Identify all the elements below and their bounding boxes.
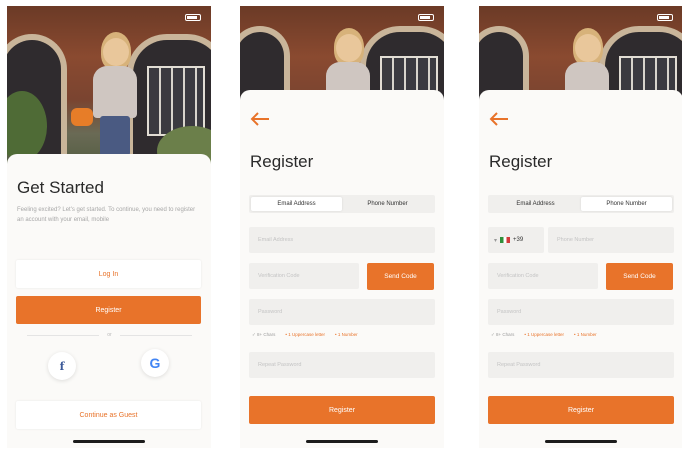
page-title: Register — [489, 152, 553, 171]
home-indicator — [306, 440, 378, 443]
or-divider: or — [27, 330, 193, 340]
person-legs — [100, 116, 130, 156]
italy-flag-icon — [500, 237, 511, 243]
phone-number-field[interactable]: Phone Number — [548, 227, 674, 253]
send-code-button[interactable]: Send Code — [367, 263, 434, 290]
chevron-down-icon: ▾ — [494, 237, 498, 244]
country-code: +39 — [513, 237, 524, 243]
hint-uppercase: • 1 Uppercase letter — [285, 332, 326, 337]
page-title: Get Started — [17, 178, 104, 197]
send-code-button[interactable]: Send Code — [606, 263, 673, 290]
repeat-password-field[interactable]: Repeat Password — [488, 352, 674, 378]
hero-photo — [7, 6, 211, 176]
home-indicator — [73, 440, 145, 443]
tab-phone-number[interactable]: Phone Number — [581, 197, 672, 211]
password-hints: ✓ 8+ Chars • 1 Uppercase letter • 1 Numb… — [252, 332, 358, 338]
email-field[interactable]: Email Address — [249, 227, 435, 253]
back-arrow-icon[interactable] — [250, 112, 270, 126]
home-indicator — [545, 440, 617, 443]
password-hints: ✓ 8+ Chars • 1 Uppercase letter • 1 Numb… — [491, 332, 597, 338]
person-head — [103, 38, 129, 66]
register-button[interactable]: Register — [16, 296, 201, 324]
page-title: Register — [250, 152, 314, 171]
person-head — [575, 34, 601, 62]
hint-number: • 1 Number — [335, 332, 358, 337]
bottom-sheet: Register Email Address Phone Number ▾ +39… — [479, 90, 682, 448]
bottom-sheet: Register Email Address Phone Number Emai… — [240, 90, 444, 448]
verification-code-field[interactable]: Verification Code — [488, 263, 598, 289]
battery-icon — [657, 14, 673, 21]
country-code-selector[interactable]: ▾ +39 — [488, 227, 544, 253]
register-button[interactable]: Register — [249, 396, 435, 424]
bottom-sheet: Get Started Feeling excited? Let's get s… — [7, 154, 211, 448]
password-field[interactable]: Password — [249, 299, 435, 325]
register-phone-screen: Register Email Address Phone Number ▾ +39… — [479, 6, 682, 448]
continue-as-guest-button[interactable]: Continue as Guest — [16, 401, 201, 429]
method-tabs: Email Address Phone Number — [249, 195, 435, 213]
google-icon[interactable]: G — [141, 349, 169, 377]
or-label: or — [107, 332, 112, 338]
hint-chars: ✓ 8+ Chars — [252, 332, 276, 337]
tab-email-address[interactable]: Email Address — [490, 197, 581, 211]
hint-uppercase: • 1 Uppercase letter — [524, 332, 565, 337]
person-body — [93, 66, 137, 118]
hint-chars: ✓ 8+ Chars — [491, 332, 515, 337]
person-head — [336, 34, 362, 62]
battery-icon — [418, 14, 434, 21]
get-started-screen: Get Started Feeling excited? Let's get s… — [7, 6, 211, 448]
page-subtitle: Feeling excited? Let's get started. To c… — [17, 207, 196, 223]
method-tabs: Email Address Phone Number — [488, 195, 674, 213]
login-button[interactable]: Log In — [16, 260, 201, 288]
tab-phone-number[interactable]: Phone Number — [342, 197, 433, 211]
back-arrow-icon[interactable] — [489, 112, 509, 126]
repeat-password-field[interactable]: Repeat Password — [249, 352, 435, 378]
register-email-screen: Register Email Address Phone Number Emai… — [240, 6, 444, 448]
verification-code-field[interactable]: Verification Code — [249, 263, 359, 289]
tab-email-address[interactable]: Email Address — [251, 197, 342, 211]
hint-number: • 1 Number — [574, 332, 597, 337]
battery-icon — [185, 14, 201, 21]
watering-can — [71, 108, 93, 126]
facebook-icon[interactable]: f — [48, 352, 76, 380]
password-field[interactable]: Password — [488, 299, 674, 325]
register-button[interactable]: Register — [488, 396, 674, 424]
